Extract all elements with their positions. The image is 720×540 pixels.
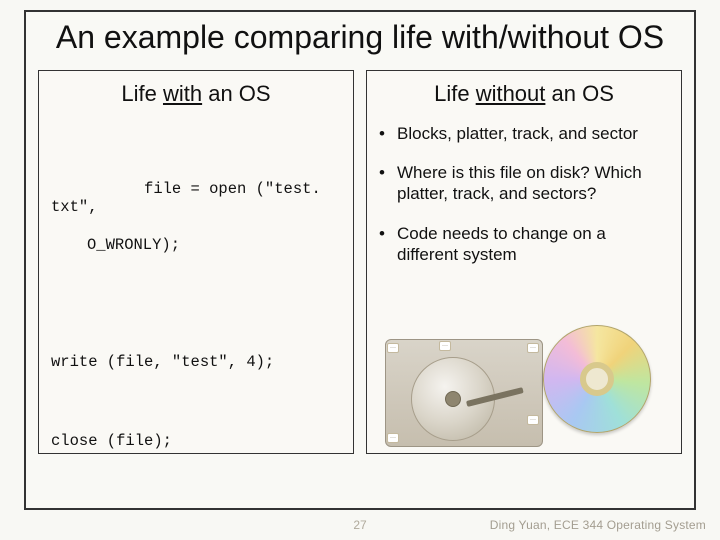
list-item: Code needs to change on a different syst… (379, 223, 669, 266)
slide-title: An example comparing life with/without O… (26, 12, 694, 70)
panel-without-os: Life without an OS Blocks, platter, trac… (366, 70, 682, 454)
slide-frame: An example comparing life with/without O… (24, 10, 696, 510)
heading-underline: with (163, 81, 202, 106)
code-line-3: close (file); (51, 432, 341, 451)
panel-with-os-heading: Life with an OS (51, 81, 341, 107)
heading-post: an OS (545, 81, 613, 106)
panel-with-os: Life with an OS file = open ("test. txt"… (38, 70, 354, 454)
code-line-1b: O_WRONLY); (51, 236, 341, 255)
code-block: file = open ("test. txt", O_WRONLY); wri… (51, 123, 341, 454)
page-number: 27 (353, 518, 366, 532)
heading-underline: without (476, 81, 546, 106)
columns: Life with an OS file = open ("test. txt"… (26, 70, 694, 466)
heading-pre: Life (121, 81, 163, 106)
slide-footer: 27 Ding Yuan, ECE 344 Operating System (0, 518, 720, 532)
panel-without-os-heading: Life without an OS (379, 81, 669, 107)
hard-drive-illustration: ··· ··· ··· ··· ··· (385, 339, 543, 447)
heading-pre: Life (434, 81, 476, 106)
optical-disc-illustration (543, 325, 651, 433)
list-item: Where is this file on disk? Which platte… (379, 162, 669, 205)
code-line-1a: file = open ("test. txt", (51, 180, 330, 217)
list-item: Blocks, platter, track, and sector (379, 123, 669, 144)
credit-line: Ding Yuan, ECE 344 Operating System (490, 518, 706, 532)
code-line-2: write (file, "test", 4); (51, 353, 341, 372)
bullet-list: Blocks, platter, track, and sector Where… (379, 123, 669, 265)
heading-post: an OS (202, 81, 270, 106)
